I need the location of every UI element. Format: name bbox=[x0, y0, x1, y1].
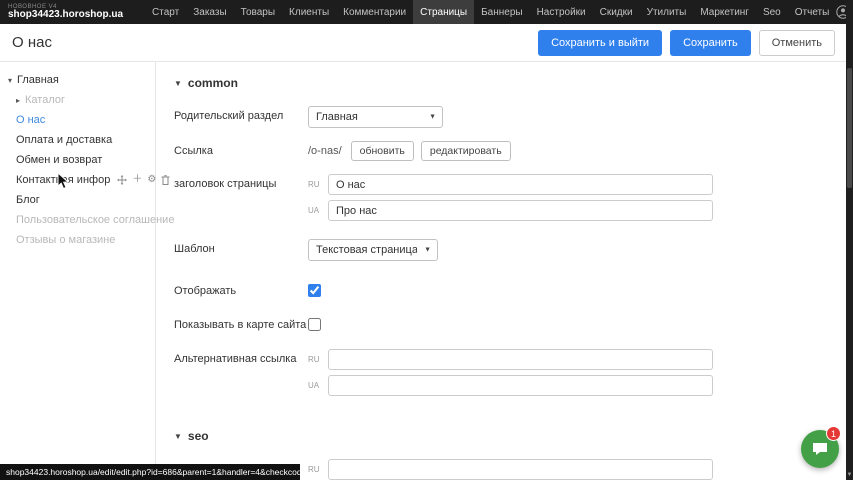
section-common-label: common bbox=[188, 76, 238, 90]
tree-item-label: Оплата и доставка bbox=[16, 134, 112, 146]
gear-icon[interactable]: ⚙ bbox=[147, 175, 156, 185]
link-edit-button[interactable]: редактировать bbox=[421, 141, 511, 161]
field-parent-section: Родительский раздел Главная ▼ bbox=[174, 106, 853, 128]
vertical-scrollbar[interactable]: ▼ bbox=[846, 0, 853, 480]
chevron-down-icon: ▼ bbox=[174, 432, 182, 441]
display-checkbox[interactable] bbox=[308, 284, 321, 297]
tree-item-catalog[interactable]: ▸ Каталог bbox=[0, 90, 155, 110]
move-icon[interactable] bbox=[117, 175, 127, 185]
page-header: О нас Сохранить и выйти Сохранить Отмени… bbox=[0, 24, 853, 62]
lang-label-ua: UA bbox=[308, 206, 323, 215]
parent-section-select[interactable]: Главная bbox=[308, 106, 443, 128]
top-menu-utilities[interactable]: Утилиты bbox=[640, 0, 694, 24]
page-edit-form: ▼ common Родительский раздел Главная ▼ С… bbox=[156, 62, 853, 479]
chevron-right-icon[interactable]: ▸ bbox=[16, 96, 25, 105]
scrollbar-thumb[interactable] bbox=[847, 68, 852, 188]
top-menu-settings[interactable]: Настройки bbox=[530, 0, 593, 24]
page-title-ua-input[interactable] bbox=[328, 200, 713, 221]
top-navbar: НОВОВНОЕ V4 shop34423.horoshop.ua Старт … bbox=[0, 0, 853, 24]
tree-item-label: Пользовательское соглашение bbox=[16, 214, 174, 226]
link-status-bar: shop34423.horoshop.ua/edit/edit.php?id=6… bbox=[0, 464, 300, 480]
field-label: Родительский раздел bbox=[174, 106, 308, 128]
section-seo[interactable]: ▼ seo bbox=[174, 429, 853, 443]
tree-item-contact-info[interactable]: Контактная инфор ＋ ⚙ bbox=[0, 170, 155, 190]
chevron-down-icon: ▼ bbox=[174, 79, 182, 88]
top-menu-seo[interactable]: Seo bbox=[756, 0, 788, 24]
top-menu: Старт Заказы Товары Клиенты Комментарии … bbox=[145, 0, 836, 24]
chat-widget-button[interactable]: 1 bbox=[801, 430, 839, 468]
workspace: ▾ Главная ▸ Каталог О нас Оплата и доста… bbox=[0, 62, 853, 479]
top-menu-reports[interactable]: Отчеты bbox=[788, 0, 837, 24]
field-link: Ссылка /o-nas/ обновить редактировать bbox=[174, 141, 853, 161]
tree-item-payment-delivery[interactable]: Оплата и доставка bbox=[0, 130, 155, 150]
page-title-ru-input[interactable] bbox=[328, 174, 713, 195]
field-label: заголовок страницы bbox=[174, 174, 308, 226]
field-label: Показывать в карте сайта bbox=[174, 315, 308, 336]
top-menu-clients[interactable]: Клиенты bbox=[282, 0, 336, 24]
field-template: Шаблон Текстовая страница ▼ bbox=[174, 239, 853, 261]
lang-label-ua: UA bbox=[308, 381, 323, 390]
tree-item-exchange-return[interactable]: Обмен и возврат bbox=[0, 150, 155, 170]
tree-item-blog[interactable]: Блог bbox=[0, 190, 155, 210]
top-menu-products[interactable]: Товары bbox=[234, 0, 282, 24]
tree-item-label: Обмен и возврат bbox=[16, 154, 102, 166]
alt-link-ru-input[interactable] bbox=[328, 349, 713, 370]
field-sitemap: Показывать в карте сайта bbox=[174, 315, 853, 336]
save-button[interactable]: Сохранить bbox=[670, 30, 751, 56]
alt-link-ua-input[interactable] bbox=[328, 375, 713, 396]
chat-unread-badge: 1 bbox=[826, 426, 841, 441]
top-menu-discounts[interactable]: Скидки bbox=[593, 0, 640, 24]
add-icon[interactable]: ＋ bbox=[132, 175, 142, 185]
field-label: Шаблон bbox=[174, 239, 308, 261]
section-common[interactable]: ▼ common bbox=[174, 76, 853, 90]
app-window: НОВОВНОЕ V4 shop34423.horoshop.ua Старт … bbox=[0, 0, 853, 480]
link-path-value: /o-nas/ bbox=[308, 145, 342, 157]
top-menu-marketing[interactable]: Маркетинг bbox=[693, 0, 756, 24]
tree-item-label: Каталог bbox=[25, 94, 65, 106]
scrollbar-down-arrow[interactable]: ▼ bbox=[846, 472, 853, 478]
tree-item-label: Отзывы о магазине bbox=[16, 234, 115, 246]
pages-tree-sidebar: ▾ Главная ▸ Каталог О нас Оплата и доста… bbox=[0, 62, 156, 479]
field-display: Отображать bbox=[174, 281, 853, 302]
top-menu-comments[interactable]: Комментарии bbox=[336, 0, 413, 24]
tree-item-store-reviews[interactable]: Отзывы о магазине bbox=[0, 230, 155, 250]
brand-domain: shop34423.horoshop.ua bbox=[8, 10, 123, 21]
lang-label-ru: RU bbox=[308, 355, 323, 364]
link-refresh-button[interactable]: обновить bbox=[351, 141, 414, 161]
top-menu-orders[interactable]: Заказы bbox=[186, 0, 233, 24]
chevron-down-icon[interactable]: ▾ bbox=[8, 76, 17, 85]
top-menu-banners[interactable]: Баннеры bbox=[474, 0, 529, 24]
tree-item-home[interactable]: ▾ Главная bbox=[0, 70, 155, 90]
chat-icon bbox=[811, 440, 829, 458]
field-label: Ссылка bbox=[174, 141, 308, 161]
field-label: Альтернативная ссылка bbox=[174, 349, 308, 401]
section-seo-label: seo bbox=[188, 429, 209, 443]
tree-item-label: О нас bbox=[16, 114, 45, 126]
sitemap-checkbox[interactable] bbox=[308, 318, 321, 331]
top-menu-start[interactable]: Старт bbox=[145, 0, 186, 24]
field-label: Отображать bbox=[174, 281, 308, 302]
field-alt-link: Альтернативная ссылка RU UA bbox=[174, 349, 853, 401]
lang-label-ru: RU bbox=[308, 465, 323, 474]
field-page-title: заголовок страницы RU UA bbox=[174, 174, 853, 226]
cancel-button[interactable]: Отменить bbox=[759, 30, 835, 56]
tree-item-label: Блог bbox=[16, 194, 40, 206]
brand[interactable]: НОВОВНОЕ V4 shop34423.horoshop.ua bbox=[8, 0, 123, 24]
html-title-ru-input[interactable] bbox=[328, 459, 713, 480]
tree-item-label: Главная bbox=[17, 74, 59, 86]
page-title: О нас bbox=[12, 34, 52, 51]
tree-item-user-agreement[interactable]: Пользовательское соглашение bbox=[0, 210, 155, 230]
tree-item-about[interactable]: О нас bbox=[0, 110, 155, 130]
tree-item-label: Контактная инфор bbox=[16, 174, 110, 186]
save-and-exit-button[interactable]: Сохранить и выйти bbox=[538, 30, 662, 56]
header-buttons: Сохранить и выйти Сохранить Отменить bbox=[538, 30, 835, 56]
template-select[interactable]: Текстовая страница bbox=[308, 239, 438, 261]
top-menu-pages[interactable]: Страницы bbox=[413, 0, 474, 24]
lang-label-ru: RU bbox=[308, 180, 323, 189]
